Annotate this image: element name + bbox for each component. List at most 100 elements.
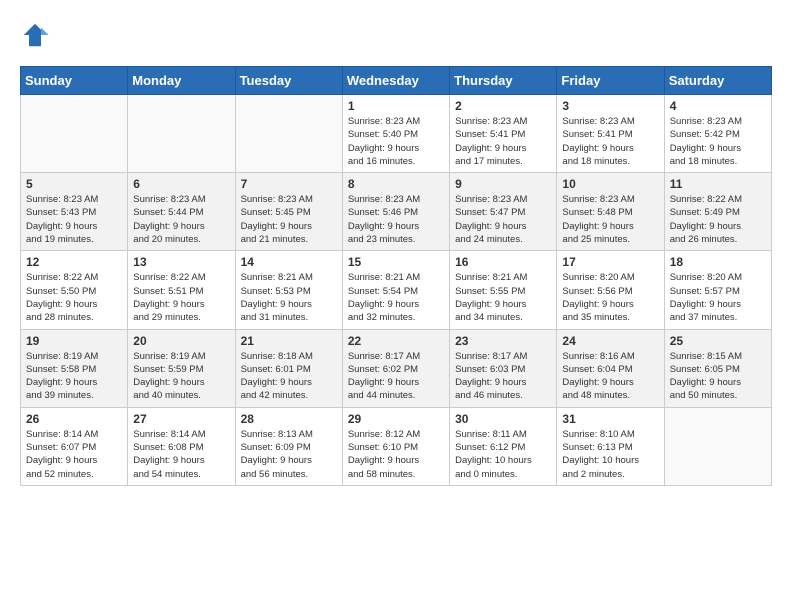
column-header-wednesday: Wednesday [342,67,449,95]
calendar-cell: 31 Sunrise: 8:10 AM Sunset: 6:13 PM Dayli… [557,407,664,485]
day-info: Sunrise: 8:13 AM Sunset: 6:09 PM Dayligh… [241,428,337,481]
day-number: 3 [562,99,658,113]
day-info: Sunrise: 8:18 AM Sunset: 6:01 PM Dayligh… [241,350,337,403]
day-number: 26 [26,412,122,426]
calendar-week-4: 19Sunrise: 8:19 AM Sunset: 5:58 PM Dayli… [21,329,772,407]
day-number: 17 [562,255,658,269]
calendar-cell: 5 Sunrise: 8:23 AM Sunset: 5:43 PM Daylig… [21,173,128,251]
day-info: Sunrise: 8:15 AM Sunset: 6:05 PM Dayligh… [670,350,766,403]
day-number: 6 [133,177,229,191]
day-info: Sunrise: 8:17 AM Sunset: 6:03 PM Dayligh… [455,350,551,403]
day-number: 12 [26,255,122,269]
day-number: 1 [348,99,444,113]
calendar-cell: 26 Sunrise: 8:14 AM Sunset: 6:07 PM Dayli… [21,407,128,485]
day-info: Sunrise: 8:17 AM Sunset: 6:02 PM Dayligh… [348,350,444,403]
calendar-cell [128,95,235,173]
calendar-cell: 2 Sunrise: 8:23 AM Sunset: 5:41 PM Daylig… [450,95,557,173]
calendar-cell: 30Sunrise: 8:11 AM Sunset: 6:12 PM Dayli… [450,407,557,485]
calendar-cell: 4 Sunrise: 8:23 AM Sunset: 5:42 PM Daylig… [664,95,771,173]
day-number: 10 [562,177,658,191]
calendar-cell: 23 Sunrise: 8:17 AM Sunset: 6:03 PM Dayli… [450,329,557,407]
calendar-cell: 16Sunrise: 8:21 AM Sunset: 5:55 PM Dayli… [450,251,557,329]
day-number: 18 [670,255,766,269]
day-info: Sunrise: 8:23 AM Sunset: 5:48 PM Dayligh… [562,193,658,246]
calendar-cell: 6Sunrise: 8:23 AM Sunset: 5:44 PM Daylig… [128,173,235,251]
day-number: 28 [241,412,337,426]
day-info: Sunrise: 8:14 AM Sunset: 6:07 PM Dayligh… [26,428,122,481]
calendar-cell [664,407,771,485]
calendar-cell: 11Sunrise: 8:22 AM Sunset: 5:49 PM Dayli… [664,173,771,251]
day-info: Sunrise: 8:23 AM Sunset: 5:47 PM Dayligh… [455,193,551,246]
calendar-cell: 3 Sunrise: 8:23 AM Sunset: 5:41 PM Daylig… [557,95,664,173]
calendar-cell: 10 Sunrise: 8:23 AM Sunset: 5:48 PM Dayli… [557,173,664,251]
column-header-sunday: Sunday [21,67,128,95]
calendar-week-2: 5 Sunrise: 8:23 AM Sunset: 5:43 PM Daylig… [21,173,772,251]
day-number: 22 [348,334,444,348]
day-info: Sunrise: 8:22 AM Sunset: 5:51 PM Dayligh… [133,271,229,324]
day-info: Sunrise: 8:22 AM Sunset: 5:50 PM Dayligh… [26,271,122,324]
day-number: 4 [670,99,766,113]
day-info: Sunrise: 8:20 AM Sunset: 5:56 PM Dayligh… [562,271,658,324]
day-number: 24 [562,334,658,348]
calendar-cell: 20Sunrise: 8:19 AM Sunset: 5:59 PM Dayli… [128,329,235,407]
day-info: Sunrise: 8:16 AM Sunset: 6:04 PM Dayligh… [562,350,658,403]
day-info: Sunrise: 8:10 AM Sunset: 6:13 PM Dayligh… [562,428,658,481]
page-header [20,20,772,50]
calendar-cell: 8 Sunrise: 8:23 AM Sunset: 5:46 PM Daylig… [342,173,449,251]
calendar-cell: 7Sunrise: 8:23 AM Sunset: 5:45 PM Daylig… [235,173,342,251]
day-info: Sunrise: 8:19 AM Sunset: 5:58 PM Dayligh… [26,350,122,403]
day-info: Sunrise: 8:23 AM Sunset: 5:42 PM Dayligh… [670,115,766,168]
calendar-cell: 15 Sunrise: 8:21 AM Sunset: 5:54 PM Dayli… [342,251,449,329]
day-number: 15 [348,255,444,269]
day-info: Sunrise: 8:20 AM Sunset: 5:57 PM Dayligh… [670,271,766,324]
day-number: 21 [241,334,337,348]
day-number: 16 [455,255,551,269]
calendar-week-1: 1 Sunrise: 8:23 AM Sunset: 5:40 PM Daylig… [21,95,772,173]
calendar-cell [235,95,342,173]
column-header-saturday: Saturday [664,67,771,95]
day-info: Sunrise: 8:23 AM Sunset: 5:46 PM Dayligh… [348,193,444,246]
calendar-cell: 21 Sunrise: 8:18 AM Sunset: 6:01 PM Dayli… [235,329,342,407]
day-number: 31 [562,412,658,426]
day-info: Sunrise: 8:21 AM Sunset: 5:53 PM Dayligh… [241,271,337,324]
day-number: 9 [455,177,551,191]
day-number: 30 [455,412,551,426]
day-number: 14 [241,255,337,269]
logo-icon [20,20,50,50]
calendar-cell [21,95,128,173]
column-header-monday: Monday [128,67,235,95]
calendar-cell: 12 Sunrise: 8:22 AM Sunset: 5:50 PM Dayli… [21,251,128,329]
day-info: Sunrise: 8:12 AM Sunset: 6:10 PM Dayligh… [348,428,444,481]
day-number: 27 [133,412,229,426]
calendar-cell: 1 Sunrise: 8:23 AM Sunset: 5:40 PM Daylig… [342,95,449,173]
calendar-cell: 22 Sunrise: 8:17 AM Sunset: 6:02 PM Dayli… [342,329,449,407]
day-info: Sunrise: 8:23 AM Sunset: 5:45 PM Dayligh… [241,193,337,246]
calendar-week-3: 12 Sunrise: 8:22 AM Sunset: 5:50 PM Dayli… [21,251,772,329]
calendar-cell: 17 Sunrise: 8:20 AM Sunset: 5:56 PM Dayli… [557,251,664,329]
day-info: Sunrise: 8:21 AM Sunset: 5:54 PM Dayligh… [348,271,444,324]
column-header-tuesday: Tuesday [235,67,342,95]
day-number: 13 [133,255,229,269]
day-info: Sunrise: 8:23 AM Sunset: 5:43 PM Dayligh… [26,193,122,246]
calendar-cell: 24 Sunrise: 8:16 AM Sunset: 6:04 PM Dayli… [557,329,664,407]
logo [20,20,54,50]
day-number: 23 [455,334,551,348]
day-info: Sunrise: 8:22 AM Sunset: 5:49 PM Dayligh… [670,193,766,246]
day-number: 2 [455,99,551,113]
day-info: Sunrise: 8:23 AM Sunset: 5:41 PM Dayligh… [455,115,551,168]
calendar-cell: 29 Sunrise: 8:12 AM Sunset: 6:10 PM Dayli… [342,407,449,485]
day-number: 5 [26,177,122,191]
calendar-header-row: SundayMondayTuesdayWednesdayThursdayFrid… [21,67,772,95]
day-info: Sunrise: 8:23 AM Sunset: 5:41 PM Dayligh… [562,115,658,168]
day-info: Sunrise: 8:14 AM Sunset: 6:08 PM Dayligh… [133,428,229,481]
day-number: 29 [348,412,444,426]
column-header-friday: Friday [557,67,664,95]
calendar-cell: 14 Sunrise: 8:21 AM Sunset: 5:53 PM Dayli… [235,251,342,329]
calendar-week-5: 26 Sunrise: 8:14 AM Sunset: 6:07 PM Dayli… [21,407,772,485]
calendar-cell: 19Sunrise: 8:19 AM Sunset: 5:58 PM Dayli… [21,329,128,407]
calendar-cell: 9 Sunrise: 8:23 AM Sunset: 5:47 PM Daylig… [450,173,557,251]
calendar-cell: 18 Sunrise: 8:20 AM Sunset: 5:57 PM Dayli… [664,251,771,329]
calendar-cell: 28 Sunrise: 8:13 AM Sunset: 6:09 PM Dayli… [235,407,342,485]
day-number: 8 [348,177,444,191]
day-info: Sunrise: 8:23 AM Sunset: 5:40 PM Dayligh… [348,115,444,168]
